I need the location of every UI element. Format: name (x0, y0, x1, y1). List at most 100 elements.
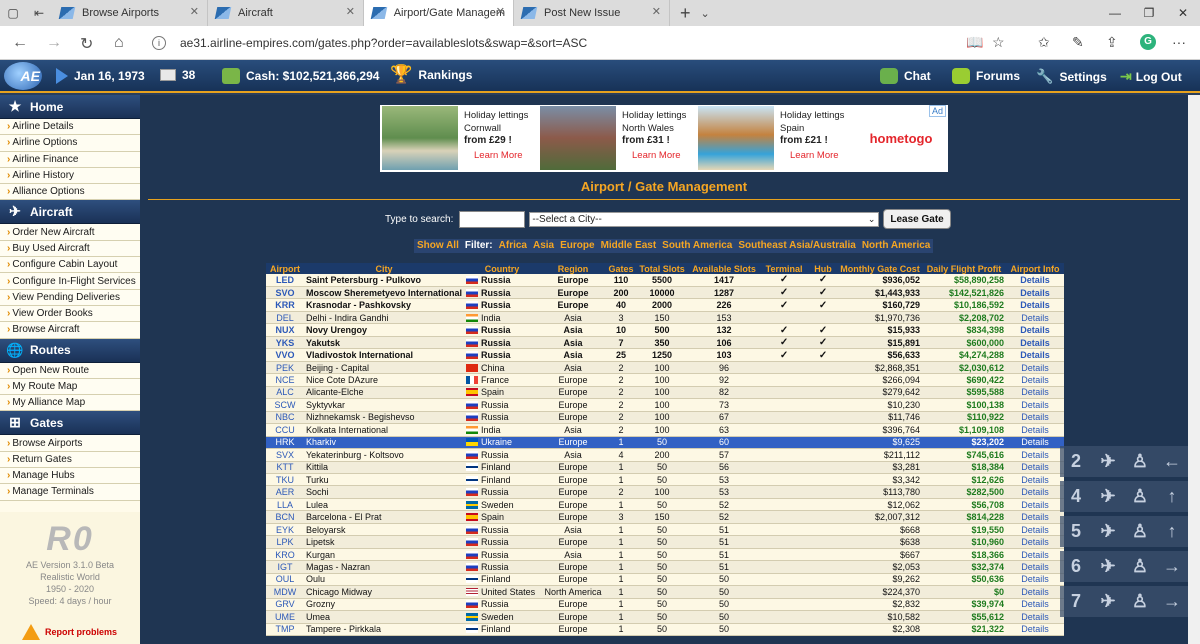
browser-tab[interactable]: Post New Issue ✕ (514, 0, 670, 26)
airport-code-link[interactable]: AER (266, 485, 304, 499)
details-link[interactable]: Details (1006, 523, 1065, 537)
table-row[interactable]: SVO Moscow Sheremetyevo International Russ… (266, 286, 1065, 300)
details-link[interactable]: Details (1006, 348, 1065, 362)
details-link[interactable]: Details (1006, 286, 1065, 300)
browser-tab[interactable]: Aircraft ✕ (208, 0, 364, 26)
passenger-icon[interactable]: ♙ (1124, 556, 1156, 577)
sidebar-item[interactable]: Return Gates (0, 451, 140, 469)
ad-learn-more-link[interactable]: Learn More (464, 150, 528, 163)
profile-avatar[interactable]: G (1140, 34, 1156, 50)
airport-code-link[interactable]: LLA (266, 498, 304, 512)
chat-link[interactable]: Chat (880, 68, 931, 84)
plane-icon[interactable]: ✈ (1092, 591, 1124, 612)
table-row[interactable]: TKU Turku Finland Europe 1 50 53 $3,342 $12,626 D… (266, 473, 1065, 487)
airport-code-link[interactable]: NBC (266, 411, 304, 425)
search-input[interactable] (459, 210, 526, 228)
arrow-icon[interactable]: ↑ (1156, 521, 1188, 542)
minimize-button[interactable]: — (1098, 0, 1132, 26)
table-row[interactable]: VVO Vladivostok International Russia Asia 25… (266, 348, 1065, 362)
filter-show-all[interactable]: Show All (414, 239, 462, 253)
column-header[interactable]: Daily Flight Profit (922, 263, 1007, 274)
table-row[interactable]: GRV Grozny Russia Europe 1 50 50 $2,832 $39,974 D… (266, 598, 1065, 612)
details-link[interactable]: Details (1006, 473, 1065, 487)
table-row[interactable]: YKS Yakutsk Russia Asia 7 350 106 ✓ ✓ $15,891 $600… (266, 336, 1065, 350)
passenger-icon[interactable]: ♙ (1124, 521, 1156, 542)
overlay-pad-row[interactable]: 7 ✈ ♙ → (1060, 586, 1188, 617)
table-row[interactable]: ALC Alicante-Elche Spain Europe 2 100 82 $279,6… (266, 386, 1065, 400)
close-tab-icon[interactable]: ✕ (190, 5, 199, 18)
sidebar-item[interactable]: View Order Books (0, 305, 140, 323)
plane-icon[interactable]: ✈ (1092, 556, 1124, 577)
airport-code-link[interactable]: SCW (266, 398, 304, 412)
sidebar-item[interactable]: Browse Airports (0, 435, 140, 452)
share-icon[interactable]: ⇪ (1106, 34, 1118, 51)
table-row[interactable]: LPK Lipetsk Russia Europe 1 50 51 $638 $10,960 De… (266, 535, 1065, 549)
details-link[interactable]: Details (1006, 386, 1065, 400)
airport-code-link[interactable]: ALC (266, 386, 304, 400)
filter-region[interactable]: Africa (496, 239, 530, 253)
table-row[interactable]: LLA Lulea Sweden Europe 1 50 52 $12,062 $56,708 D… (266, 498, 1065, 512)
browser-tab[interactable]: Browse Airports ✕ (52, 0, 208, 26)
table-row[interactable]: KRR Krasnodar - Pashkovsky Russia Europe 40 2… (266, 298, 1065, 312)
forward-arrow-icon[interactable]: → (46, 34, 62, 52)
plane-icon[interactable]: ✈ (1092, 486, 1124, 507)
table-row[interactable]: TMP Tampere - Pirkkala Finland Europe 1 50 50 $… (266, 623, 1065, 637)
airport-code-link[interactable]: LPK (266, 535, 304, 549)
airport-code-link[interactable]: KRO (266, 548, 304, 562)
details-link[interactable]: Details (1006, 323, 1065, 337)
details-link[interactable]: Details (1006, 448, 1065, 462)
sidebar-item[interactable]: My Alliance Map (0, 395, 140, 412)
passenger-icon[interactable]: ♙ (1124, 486, 1156, 507)
airport-code-link[interactable]: CCU (266, 423, 304, 437)
favorites-icon[interactable]: ✩ (1038, 34, 1050, 51)
filter-region[interactable]: North America (859, 239, 934, 253)
arrow-icon[interactable]: → (1156, 556, 1188, 577)
table-row[interactable]: UME Umea Sweden Europe 1 50 50 $10,582 $55,612 De… (266, 610, 1065, 624)
airport-code-link[interactable]: YKS (266, 336, 304, 350)
details-link[interactable]: Details (1006, 411, 1065, 425)
details-link[interactable]: Details (1006, 623, 1065, 637)
airport-code-link[interactable]: OUL (266, 573, 304, 587)
sidebar-item[interactable]: Configure In-Flight Services (0, 273, 140, 290)
filter-region[interactable]: South America (659, 239, 735, 253)
ad-learn-more-link[interactable]: Learn More (780, 150, 844, 163)
table-row[interactable]: MDW Chicago Midway United States North Amer… (266, 585, 1065, 599)
details-link[interactable]: Details (1006, 423, 1065, 437)
ad-choices-tag[interactable]: Ad (928, 105, 946, 117)
back-arrow-icon[interactable]: ← (12, 34, 28, 52)
table-row[interactable]: NUX Novy Urengoy Russia Asia 10 500 132 ✓ ✓ $15,9… (266, 323, 1065, 337)
airport-code-link[interactable]: TMP (266, 623, 304, 637)
details-link[interactable]: Details (1006, 298, 1065, 312)
url-field[interactable]: i ae31.airline-empires.com/gates.php?ord… (152, 31, 1014, 55)
details-link[interactable]: Details (1006, 610, 1065, 624)
rankings-link[interactable]: 🏆 Rankings (390, 64, 472, 85)
airport-code-link[interactable]: VVO (266, 348, 304, 362)
sidebar-item[interactable]: Airline Details (0, 119, 140, 136)
details-link[interactable]: Details (1006, 461, 1065, 475)
ae-logo[interactable]: AE (4, 62, 42, 90)
ad-card[interactable]: Holiday lettings North Wales from £31 ! Lea… (540, 105, 698, 172)
airport-code-link[interactable]: PEK (266, 361, 304, 375)
ad-banner[interactable]: Holiday lettings Cornwall from £29 ! Learn … (380, 105, 948, 172)
filter-region[interactable]: Asia (530, 239, 557, 253)
column-header[interactable]: Gates (606, 263, 637, 274)
details-link[interactable]: Details (1006, 336, 1065, 350)
airport-code-link[interactable]: UME (266, 610, 304, 624)
passenger-icon[interactable]: ♙ (1124, 591, 1156, 612)
sidebar-item[interactable]: Browse Aircraft (0, 322, 140, 339)
overlay-pad-row[interactable]: 5 ✈ ♙ ↑ (1060, 516, 1188, 547)
close-window-button[interactable]: ✕ (1166, 0, 1200, 26)
table-row[interactable]: LED Saint Petersburg - Pulkovo Russia Europ… (266, 274, 1065, 287)
arrow-icon[interactable]: → (1156, 591, 1188, 612)
airport-code-link[interactable]: SVO (266, 286, 304, 300)
lease-gate-button[interactable]: Lease Gate (883, 209, 951, 229)
details-link[interactable]: Details (1006, 311, 1065, 325)
close-tab-icon[interactable]: ✕ (652, 5, 661, 18)
page-scrollbar[interactable] (1188, 95, 1200, 644)
table-row[interactable]: BCN Barcelona - El Prat Spain Europe 3 150 52 $… (266, 510, 1065, 524)
messages[interactable]: 38 (160, 68, 195, 82)
new-tab-button[interactable]: + (680, 3, 691, 24)
play-icon[interactable] (56, 68, 68, 84)
pen-icon[interactable]: ✎ (1072, 34, 1084, 51)
ad-card[interactable]: Holiday lettings Spain from £21 ! Learn Mor… (698, 105, 856, 172)
